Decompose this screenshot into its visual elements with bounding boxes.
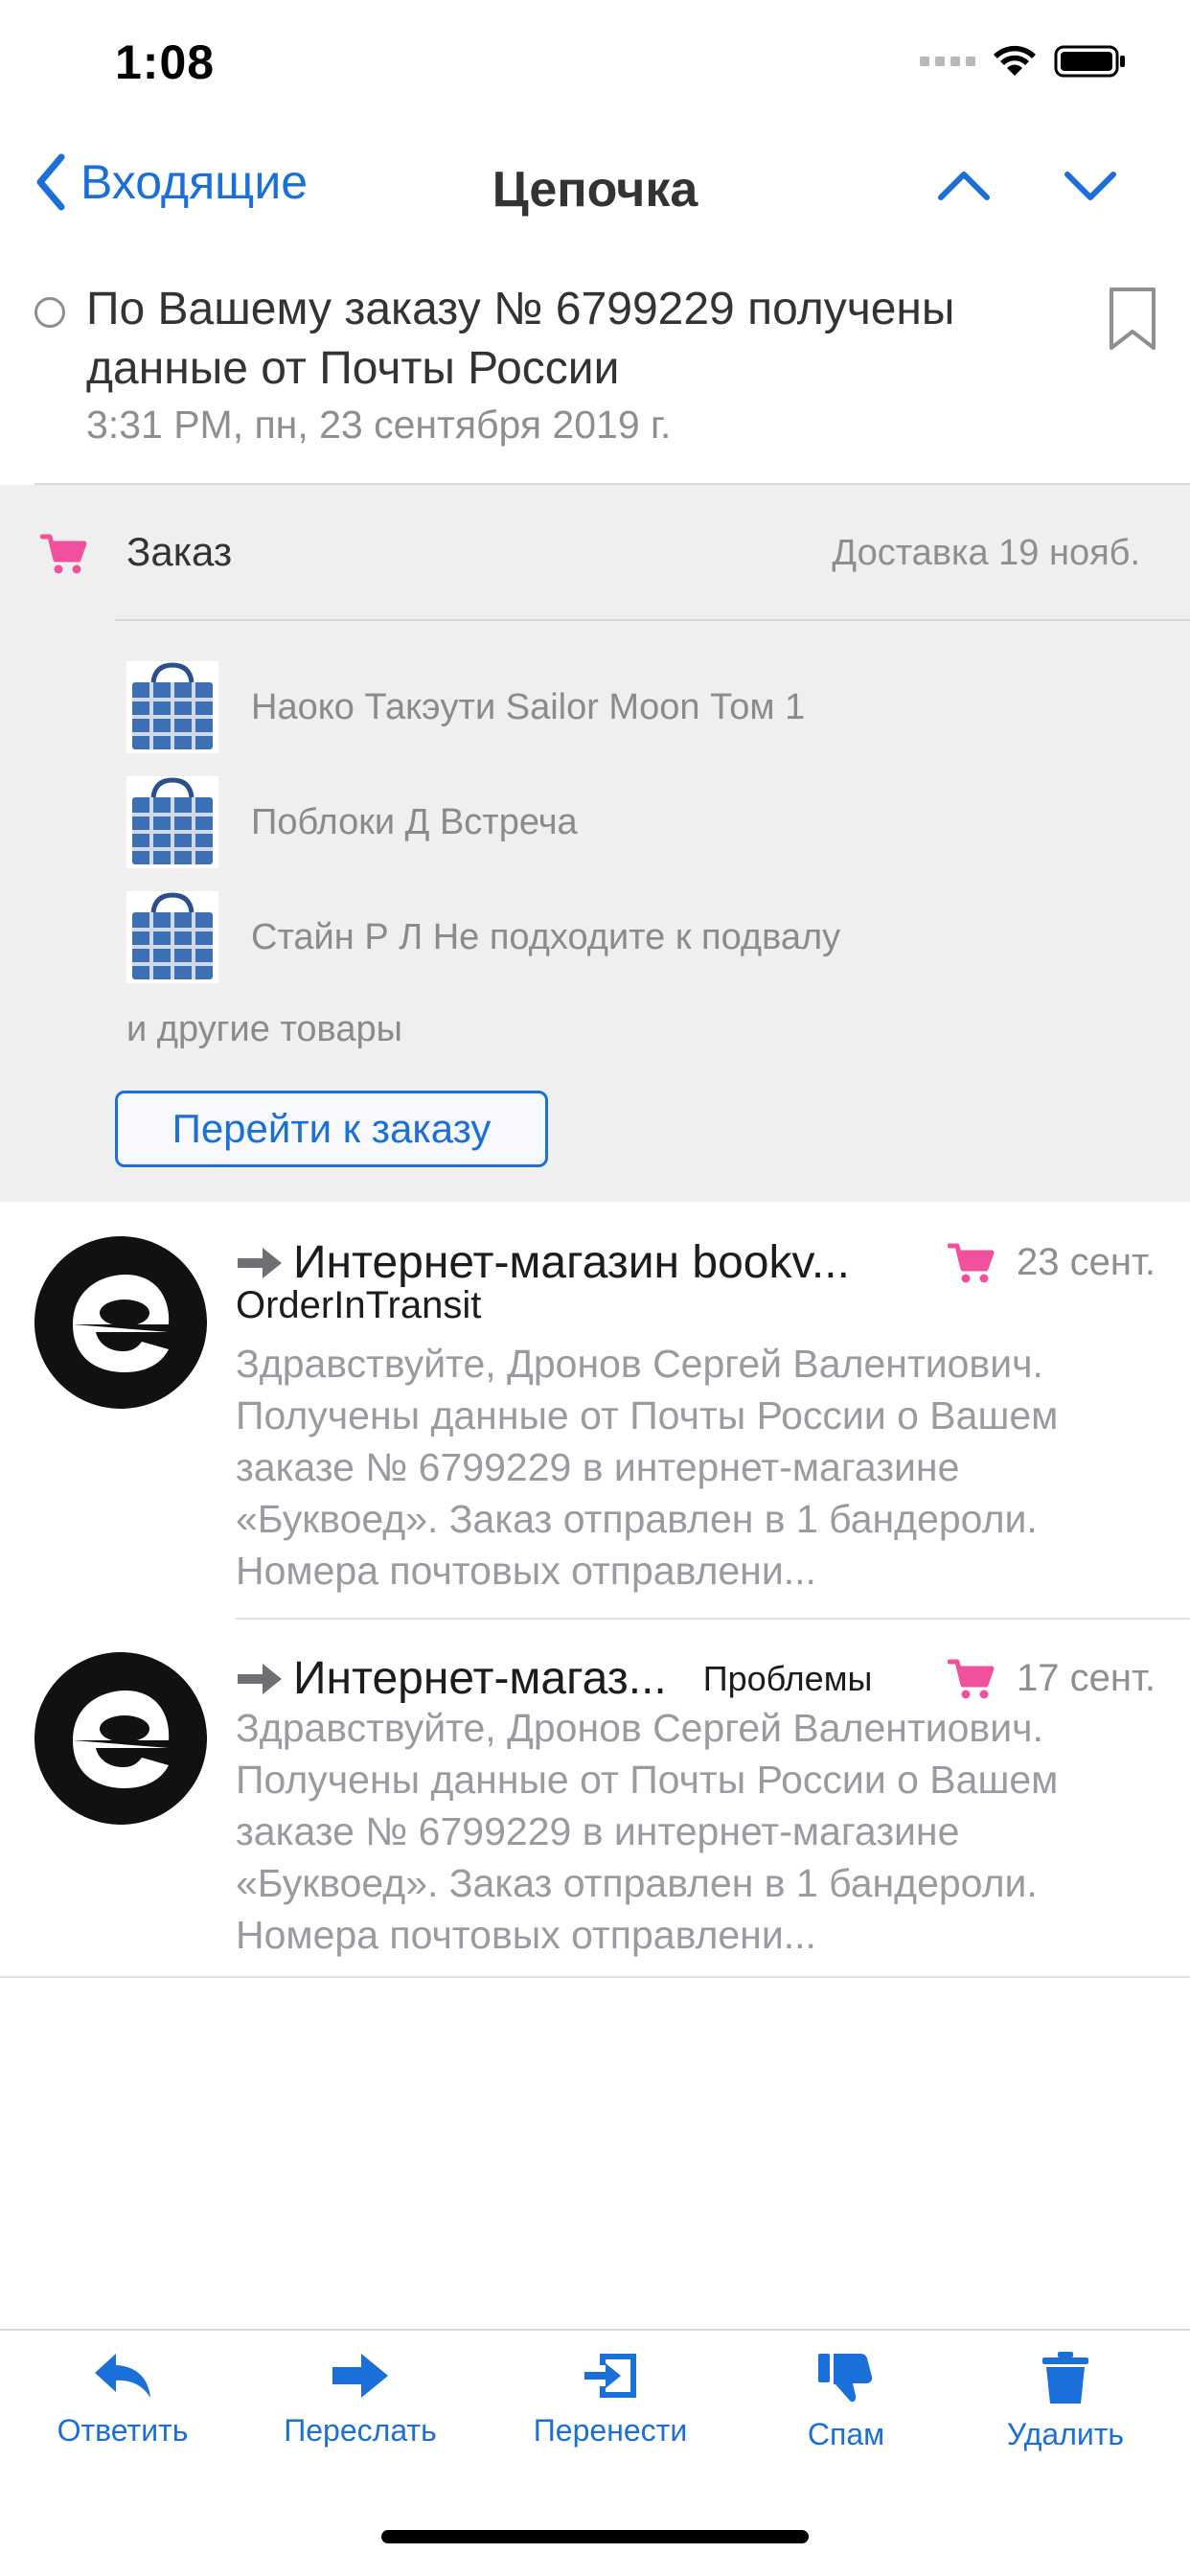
message-date: 17 сент. bbox=[1017, 1657, 1156, 1699]
sender-avatar[interactable] bbox=[34, 1652, 207, 1825]
next-message-button[interactable] bbox=[1064, 169, 1117, 208]
go-to-order-button[interactable]: Перейти к заказу bbox=[115, 1091, 548, 1167]
delete-label: Удалить bbox=[1006, 2417, 1125, 2451]
wifi-icon bbox=[994, 45, 1036, 76]
chevron-up-icon bbox=[938, 172, 990, 200]
message-preview: Здравствуйте, Дронов Сергей Валентиович.… bbox=[236, 1342, 1059, 1593]
cart-icon bbox=[948, 1659, 995, 1698]
delete-button[interactable]: Удалить bbox=[960, 2350, 1171, 2452]
product-thumbnail bbox=[126, 776, 218, 868]
logo-icon bbox=[34, 1652, 207, 1825]
thread-subject: По Вашему заказу № 6799229 получены данн… bbox=[86, 284, 955, 394]
spam-label: Спам bbox=[807, 2417, 885, 2451]
sender-avatar[interactable] bbox=[34, 1236, 207, 1409]
message-tag: Проблемы bbox=[702, 1658, 873, 1698]
forward-button[interactable]: Переслать bbox=[255, 2350, 466, 2449]
reply-label: Ответить bbox=[57, 2413, 189, 2448]
bookmark-icon bbox=[1110, 288, 1156, 350]
previous-message-button[interactable] bbox=[937, 169, 991, 208]
logo-icon bbox=[34, 1236, 207, 1409]
home-indicator bbox=[381, 2530, 809, 2543]
forward-label: Переслать bbox=[284, 2413, 437, 2448]
forward-arrow-icon bbox=[332, 2354, 388, 2398]
chevron-down-icon bbox=[1064, 172, 1116, 200]
divider bbox=[236, 1618, 1190, 1620]
message-date: 23 сент. bbox=[1017, 1241, 1156, 1283]
forwarded-arrow-icon bbox=[238, 1663, 282, 1694]
product-thumbnail bbox=[126, 891, 218, 983]
read-status-toggle[interactable] bbox=[34, 297, 65, 328]
battery-icon bbox=[1054, 45, 1125, 78]
cart-icon bbox=[39, 533, 88, 580]
order-item-label: Поблоки Д Встреча bbox=[251, 801, 578, 842]
order-item[interactable]: Поблоки Д Встреча bbox=[126, 776, 578, 868]
status-icons bbox=[920, 44, 1127, 79]
delivery-date: Доставка 19 нояб. bbox=[832, 533, 1140, 573]
order-item-label: Наоко Такэути Sailor Moon Том 1 bbox=[251, 686, 806, 727]
move-label: Перенести bbox=[533, 2413, 688, 2448]
message-subject: OrderInTransit bbox=[236, 1284, 482, 1326]
message-sender: Интернет-магаз... bbox=[293, 1653, 667, 1704]
message-header[interactable]: Интернет-магазин bookv... 23 сент. bbox=[236, 1236, 1156, 1289]
product-thumbnail bbox=[126, 661, 218, 753]
message-sender: Интернет-магазин bookv... bbox=[293, 1237, 850, 1288]
forwarded-arrow-icon bbox=[238, 1247, 282, 1278]
message-header[interactable]: Интернет-магаз... Проблемы 17 сент. bbox=[236, 1652, 1156, 1705]
other-items-note: и другие товары bbox=[126, 1009, 402, 1049]
cellular-signal-icon bbox=[920, 57, 975, 66]
bookmark-button[interactable] bbox=[1107, 286, 1158, 357]
reply-button[interactable]: Ответить bbox=[17, 2350, 228, 2449]
message-preview: Здравствуйте, Дронов Сергей Валентиович.… bbox=[236, 1706, 1059, 1957]
nav-title: Цепочка bbox=[492, 162, 698, 218]
status-time: 1:08 bbox=[115, 35, 216, 89]
thread-date: 3:31 PM, пн, 23 сентября 2019 г. bbox=[86, 402, 672, 447]
spam-button[interactable]: Спам bbox=[741, 2350, 951, 2452]
reply-icon bbox=[95, 2354, 150, 2398]
cart-icon bbox=[948, 1243, 995, 1282]
move-button[interactable]: Перенести bbox=[505, 2350, 716, 2449]
trash-icon bbox=[1042, 2352, 1088, 2404]
order-item[interactable]: Стайн Р Л Не подходите к подвалу bbox=[126, 891, 840, 983]
divider bbox=[115, 619, 1190, 621]
thumbs-down-icon bbox=[818, 2354, 873, 2403]
divider bbox=[0, 2329, 1190, 2331]
order-title: Заказ bbox=[126, 529, 233, 574]
order-item-label: Стайн Р Л Не подходите к подвалу bbox=[251, 916, 841, 957]
order-item[interactable]: Наоко Такэути Sailor Moon Том 1 bbox=[126, 661, 805, 753]
divider bbox=[0, 1976, 1190, 1978]
move-to-folder-icon bbox=[584, 2354, 636, 2398]
